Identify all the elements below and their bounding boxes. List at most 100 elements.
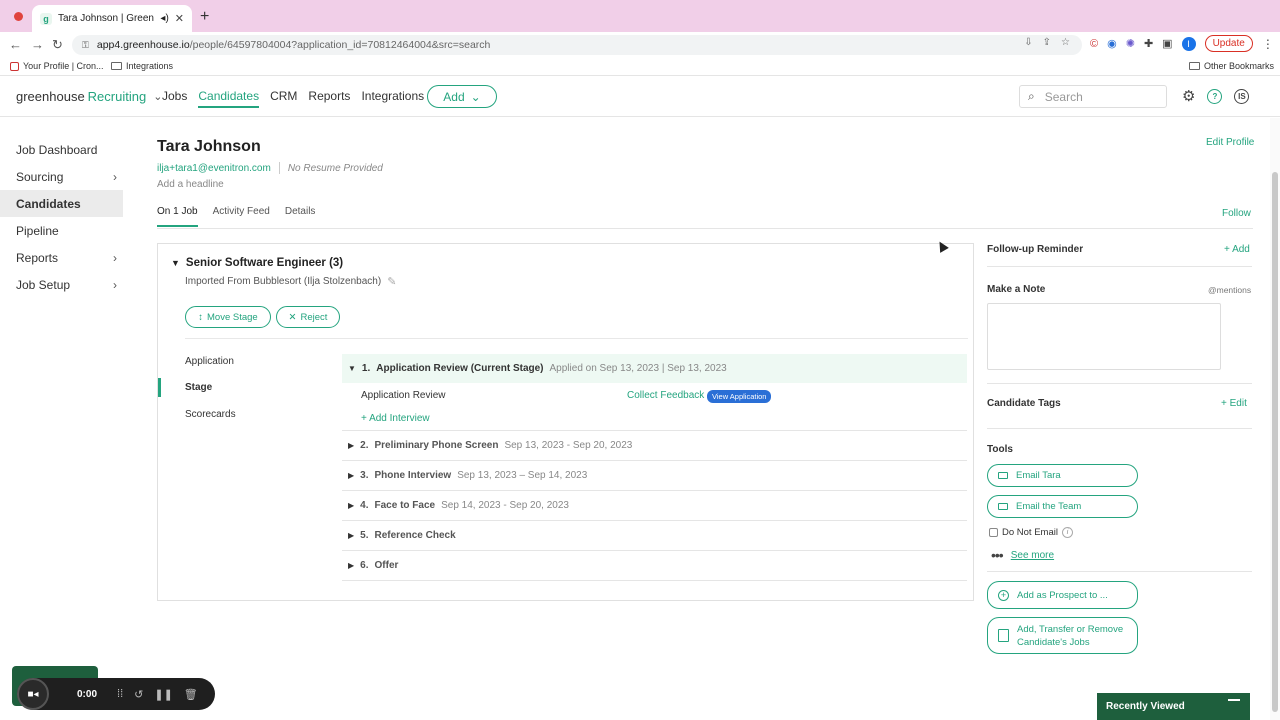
grid-icon[interactable]: ⁞⁞ (117, 688, 123, 701)
transfer-jobs-button[interactable]: Add, Transfer or Remove Candidate's Jobs (987, 617, 1138, 654)
nav-candidates[interactable]: Candidates (198, 89, 260, 108)
tab-activity-feed[interactable]: Activity Feed (213, 206, 270, 227)
nav-jobs[interactable]: Jobs (162, 89, 187, 108)
nav-integrations[interactable]: Integrations (361, 89, 424, 108)
share-icon[interactable]: ⇪ (1043, 37, 1051, 48)
app-nav-scorecards[interactable]: Scorecards (185, 409, 236, 420)
email-team-button[interactable]: Email the Team (987, 495, 1138, 518)
minimize-icon[interactable] (1228, 699, 1240, 701)
bookmark-label: Your Profile | Cron... (23, 61, 104, 71)
sidebar-item-job-dashboard[interactable]: Job Dashboard (0, 136, 123, 163)
add-headline[interactable]: Add a headline (157, 179, 224, 190)
sidebar-item-sourcing[interactable]: Sourcing › (0, 163, 123, 190)
pencil-edit-icon[interactable]: ✎ (387, 275, 396, 288)
other-bookmarks[interactable]: Other Bookmarks (1189, 61, 1274, 71)
stage-name: Phone Interview (374, 470, 452, 481)
email-tara-button[interactable]: Email Tara (987, 464, 1138, 487)
reload-icon[interactable]: ↻ (52, 37, 63, 53)
see-more-link[interactable]: See more (1011, 550, 1054, 561)
app-nav-stage[interactable]: Stage (185, 382, 212, 393)
update-button[interactable]: Update (1204, 35, 1253, 52)
make-note-title: Make a Note (987, 284, 1046, 295)
back-icon[interactable]: ← (9, 37, 22, 52)
recently-viewed-bar[interactable]: Recently Viewed (1097, 693, 1250, 720)
close-tab-icon[interactable]: ✕ (175, 12, 184, 25)
extension-gear-icon[interactable]: ✺ (1126, 37, 1135, 50)
sidebar-item-job-setup[interactable]: Job Setup › (0, 271, 123, 298)
pause-icon[interactable]: ❚❚ (154, 688, 172, 701)
envelope-icon (998, 472, 1008, 479)
collapse-triangle-icon: ▼ (171, 258, 180, 268)
restart-icon[interactable]: ↺ (134, 688, 143, 701)
see-more-row[interactable]: ••• See more (991, 547, 1054, 563)
menu-kebab-icon[interactable]: ⋮ (1262, 37, 1274, 51)
extension-b-icon[interactable]: ◉ (1107, 37, 1117, 50)
greenhouse-logo[interactable]: greenhouse Recruiting ⌄ (16, 89, 162, 104)
job-title[interactable]: ▼ Senior Software Engineer (3) (171, 257, 343, 269)
sidepanel-icon[interactable]: ▣ (1162, 37, 1172, 50)
star-icon[interactable]: ☆ (1061, 37, 1070, 48)
current-stage-row[interactable]: ▼ 1. Application Review (Current Stage) … (342, 354, 967, 383)
extensions-puzzle-icon[interactable]: ✚ (1144, 37, 1153, 50)
help-icon[interactable]: ? (1207, 88, 1223, 104)
close-icon: ✕ (288, 311, 297, 323)
new-tab-icon[interactable]: + (200, 8, 209, 26)
url-path: /people/64597804004?application_id=70812… (189, 39, 491, 51)
add-interview-link[interactable]: + Add Interview (361, 413, 430, 424)
transfer-label-line1: Add, Transfer or Remove (1017, 623, 1124, 635)
stage-row[interactable]: ▶ 4. Face to Face Sep 14, 2023 - Sep 20,… (342, 490, 967, 520)
nav-crm[interactable]: CRM (270, 89, 297, 108)
edit-tags-link[interactable]: + Edit (1221, 398, 1247, 409)
address-bar[interactable]: ⚿ app4.greenhouse.io/people/64597804004?… (72, 35, 1082, 55)
do-not-email-checkbox[interactable] (989, 528, 998, 537)
tools-title: Tools (987, 444, 1013, 455)
candidate-email-link[interactable]: ilja+tara1@evenitron.com (157, 163, 271, 174)
browser-tab[interactable]: g Tara Johnson | Greenhouse ◂) ✕ (32, 5, 192, 32)
move-stage-button[interactable]: ↕ Move Stage (185, 306, 271, 328)
tab-details[interactable]: Details (285, 206, 316, 227)
view-application-badge[interactable]: View Application (707, 390, 772, 403)
chevron-right-icon: › (113, 277, 117, 292)
follow-link[interactable]: Follow (1222, 208, 1251, 219)
camera-icon[interactable]: ■◂ (17, 678, 49, 710)
add-button[interactable]: Add ⌄ (427, 85, 497, 108)
forward-icon[interactable]: → (31, 37, 44, 52)
tab-on-1-job[interactable]: On 1 Job (157, 206, 198, 227)
note-textarea[interactable] (987, 303, 1221, 370)
chevron-down-icon: ⌄ (470, 89, 481, 104)
trash-icon[interactable]: 🗑 (184, 688, 198, 701)
bookmark-your-profile[interactable]: Your Profile | Cron... (10, 61, 104, 71)
user-avatar[interactable]: IS (1234, 88, 1250, 104)
lock-icon: ⚿ (82, 39, 89, 50)
edit-profile-link[interactable]: Edit Profile (1206, 137, 1254, 148)
candidate-name: Tara Johnson (157, 138, 261, 155)
transfer-label-line2: Candidate's Jobs (1017, 636, 1090, 648)
reject-button[interactable]: ✕ Reject (276, 306, 340, 328)
stage-row[interactable]: ▶ 2. Preliminary Phone Screen Sep 13, 20… (342, 430, 967, 460)
divider (987, 383, 1252, 384)
do-not-email-option[interactable]: Do Not Email i (989, 527, 1073, 538)
search-input[interactable]: ⌕ Search (1019, 85, 1167, 108)
add-reminder-link[interactable]: + Add (1224, 244, 1250, 255)
sidebar-item-candidates[interactable]: Candidates (0, 190, 123, 217)
settings-gear-icon[interactable]: ⚙ (1182, 87, 1195, 105)
add-as-prospect-button[interactable]: + Add as Prospect to ... (987, 581, 1138, 609)
nav-reports[interactable]: Reports (308, 89, 350, 108)
install-icon[interactable]: ⇩ (1024, 37, 1032, 48)
plus-circle-icon: + (998, 589, 1009, 601)
info-icon[interactable]: i (1061, 527, 1073, 538)
profile-avatar[interactable]: I (1181, 36, 1196, 51)
stage-row[interactable]: ▶ 3. Phone Interview Sep 13, 2023 – Sep … (342, 460, 967, 490)
scrollbar-thumb[interactable] (1272, 172, 1278, 712)
candidate-tabs: On 1 Job Activity Feed Details (157, 206, 315, 227)
stage-row[interactable]: ▶ 5. Reference Check (342, 520, 967, 550)
speaker-icon[interactable]: ◂) (160, 13, 168, 24)
extension-c-icon[interactable]: © (1090, 38, 1098, 50)
expand-triangle-icon: ▶ (348, 441, 355, 450)
sidebar-item-pipeline[interactable]: Pipeline (0, 217, 123, 244)
app-nav-application[interactable]: Application (185, 356, 234, 367)
bookmark-integrations[interactable]: Integrations (111, 61, 173, 71)
stage-row[interactable]: ▶ 6. Offer (342, 550, 967, 580)
collect-feedback-link[interactable]: Collect Feedback (627, 390, 704, 401)
sidebar-item-reports[interactable]: Reports › (0, 244, 123, 271)
